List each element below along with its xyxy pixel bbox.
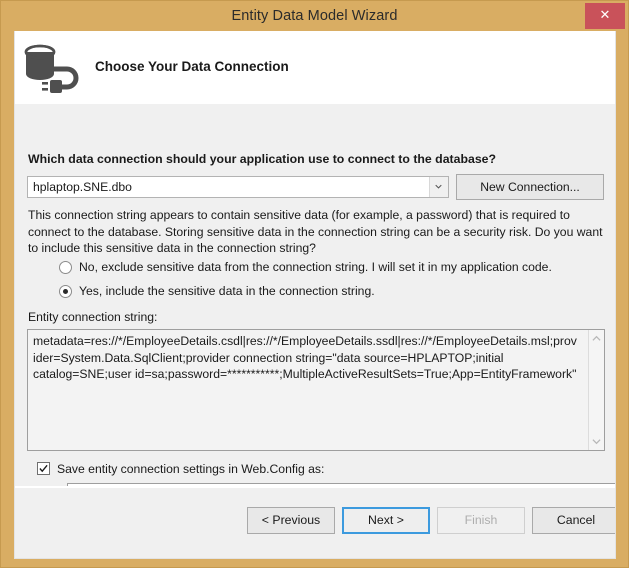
window-title: Entity Data Model Wizard [231, 8, 398, 24]
entity-connection-string-box[interactable]: metadata=res://*/EmployeeDetails.csdl|re… [27, 329, 605, 451]
sensitive-data-paragraph: This connection string appears to contai… [28, 208, 603, 255]
entity-data-model-wizard-window: Entity Data Model Wizard ✕ Choose Your D… [0, 0, 629, 568]
radio-include-label: Yes, include the sensitive data in the c… [79, 284, 375, 298]
checkmark-icon [37, 462, 50, 475]
dialog-footer: < Previous Next > Finish Cancel [15, 486, 615, 558]
close-icon[interactable]: ✕ [585, 3, 625, 29]
new-connection-button[interactable]: New Connection... [456, 174, 604, 200]
data-connection-question-label: Which data connection should your applic… [28, 152, 497, 166]
connection-combo-arrow[interactable] [429, 177, 448, 197]
chevron-down-icon [435, 183, 442, 190]
dialog-client-area: Choose Your Data Connection Which data c… [14, 31, 616, 559]
cancel-button[interactable]: Cancel [532, 507, 615, 534]
database-connection-icon [23, 43, 85, 95]
title-bar: Entity Data Model Wizard ✕ [1, 1, 628, 31]
chevron-up-icon[interactable] [592, 334, 601, 343]
finish-button: Finish [437, 507, 525, 534]
save-settings-label: Save entity connection settings in Web.C… [57, 462, 325, 476]
radio-exclude-label: No, exclude sensitive data from the conn… [79, 260, 552, 274]
connection-combo-value: hplaptop.SNE.dbo [33, 180, 132, 194]
page-title: Choose Your Data Connection [95, 59, 289, 74]
entity-connection-string-label: Entity connection string: [28, 310, 158, 324]
previous-button[interactable]: < Previous [247, 507, 335, 534]
wizard-body: Which data connection should your applic… [15, 104, 615, 509]
entity-connection-string-value: metadata=res://*/EmployeeDetails.csdl|re… [33, 334, 577, 381]
connection-string-scrollbar[interactable] [588, 330, 604, 450]
next-button[interactable]: Next > [342, 507, 430, 534]
radio-indicator [59, 261, 72, 274]
radio-indicator [59, 285, 72, 298]
chevron-down-icon[interactable] [592, 437, 601, 446]
wizard-header: Choose Your Data Connection [15, 31, 615, 104]
connection-combo[interactable]: hplaptop.SNE.dbo [27, 176, 449, 198]
